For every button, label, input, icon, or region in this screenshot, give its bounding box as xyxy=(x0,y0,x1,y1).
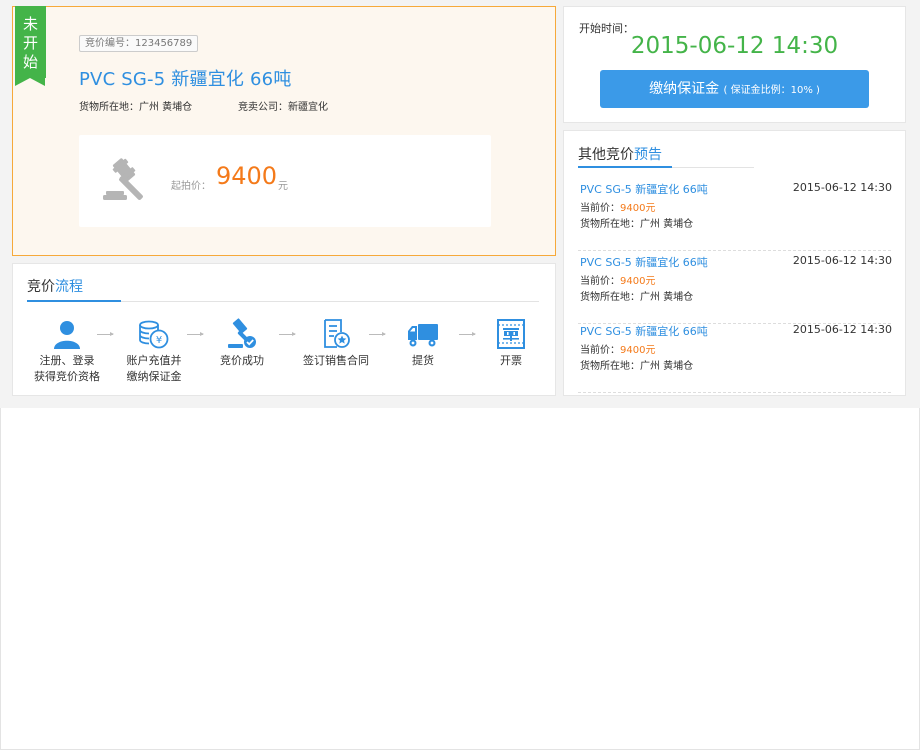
section-divider-accent xyxy=(578,166,672,168)
auction-item-location: 货物所在地：广州 黄埔仓 xyxy=(580,219,694,230)
section-divider xyxy=(578,166,754,168)
flow-step-label: 账户充值并 xyxy=(126,354,182,367)
auction-item-time: 2015-06-12 14:30 xyxy=(792,254,892,267)
auction-item-time: 2015-06-12 14:30 xyxy=(792,181,892,194)
auction-item-price: 当前价：9400元 xyxy=(580,199,655,214)
flow-step-contract: 签订销售合同 xyxy=(286,318,386,369)
flow-step-invoice: 开票 xyxy=(461,318,561,369)
other-auctions-title: 其他竞价预告 xyxy=(578,144,662,164)
flow-step-label: 签订销售合同 xyxy=(303,354,369,367)
starting-price-box: 起拍价： 9400 元 xyxy=(79,135,491,227)
status-ribbon: 未 开 始 xyxy=(15,6,46,86)
status-char: 始 xyxy=(22,53,38,71)
auction-item-price: 当前价：9400元 xyxy=(580,272,655,287)
flow-step-label: 开票 xyxy=(500,354,522,367)
other-auctions-title-accent: 预告 xyxy=(634,147,662,163)
lot-seller: 竞卖公司：新疆宜化 xyxy=(238,102,328,113)
other-auctions-card: 其他竞价预告 PVC SG-5 新疆宜化 66吨 2015-06-12 14:3… xyxy=(563,130,906,396)
bidding-flow-title: 竞价流程 xyxy=(27,276,83,296)
status-char: 开 xyxy=(22,34,38,52)
coins-icon: ¥ xyxy=(139,320,169,349)
flow-step-label: 获得竞价资格 xyxy=(34,370,100,383)
auction-item-time: 2015-06-12 14:30 xyxy=(792,323,892,336)
flow-step-label: 缴纳保证金 xyxy=(126,370,182,383)
lot-location: 货物所在地：广州 黄埔仓 xyxy=(79,102,193,113)
contract-icon xyxy=(324,319,350,348)
flow-step-register: 注册、登录 获得竞价资格 xyxy=(17,318,117,385)
status-char: 未 xyxy=(22,15,38,33)
current-price-label: 当前价： xyxy=(580,345,620,356)
bidding-flow-card: 竞价流程 注册、登录 获得竞价资格 ¥ 账户充值并 缴纳保证金 竞价成功 签订销… xyxy=(12,263,556,396)
starting-price-unit: 元 xyxy=(278,181,288,192)
auction-item-location: 货物所在地：广州 黄埔仓 xyxy=(580,292,694,303)
gavel-check-icon xyxy=(228,318,256,348)
svg-text:¥: ¥ xyxy=(156,335,162,346)
auction-item: PVC SG-5 新疆宜化 66吨 2015-06-12 14:30 当前价：9… xyxy=(578,323,892,393)
lot-card: 未 开 始 竞价编号：123456789 PVC SG-5 新疆宜化 66吨 货… xyxy=(12,6,556,256)
bidding-flow-title-main: 竞价 xyxy=(27,279,55,295)
auction-item: PVC SG-5 新疆宜化 66吨 2015-06-12 14:30 当前价：9… xyxy=(578,254,892,324)
flow-step-label: 提货 xyxy=(412,354,434,367)
section-divider-accent xyxy=(27,300,121,302)
auction-item: PVC SG-5 新疆宜化 66吨 2015-06-12 14:30 当前价：9… xyxy=(578,181,892,251)
flow-step-bid-success: 竞价成功 xyxy=(192,318,292,369)
start-time-card: 开始时间： 2015-06-12 14:30 缴纳保证金 ( 保证金比例：10%… xyxy=(563,6,906,123)
start-time-value: 2015-06-12 14:30 xyxy=(630,33,839,59)
flow-step-label: 竞价成功 xyxy=(220,354,264,367)
flow-step-deposit: ¥ 账户充值并 缴纳保证金 xyxy=(104,318,204,385)
starting-price-label: 起拍价： xyxy=(171,181,211,192)
flow-step-pickup: 提货 xyxy=(373,318,473,369)
current-price-value: 9400元 xyxy=(620,203,656,214)
gavel-icon xyxy=(103,158,143,200)
invoice-icon xyxy=(497,319,525,349)
auction-item-title[interactable]: PVC SG-5 新疆宜化 66吨 xyxy=(580,254,708,270)
other-auctions-title-main: 其他竞价 xyxy=(578,147,634,163)
pay-deposit-button[interactable]: 缴纳保证金 ( 保证金比例：10% ) xyxy=(600,70,869,108)
starting-price-value: 9400 xyxy=(216,162,278,190)
current-price-value: 9400元 xyxy=(620,345,656,356)
auction-item-location: 货物所在地：广州 黄埔仓 xyxy=(580,361,694,372)
auction-item-title[interactable]: PVC SG-5 新疆宜化 66吨 xyxy=(580,181,708,197)
bidding-flow-title-accent: 流程 xyxy=(55,279,83,295)
current-price-value: 9400元 xyxy=(620,276,656,287)
truck-icon xyxy=(408,324,438,347)
lot-title[interactable]: PVC SG-5 新疆宜化 66吨 xyxy=(79,65,292,91)
current-price-label: 当前价： xyxy=(580,276,620,287)
pay-deposit-label: 缴纳保证金 xyxy=(649,81,720,97)
current-price-label: 当前价： xyxy=(580,203,620,214)
user-icon xyxy=(54,321,80,349)
flow-step-label: 注册、登录 xyxy=(39,354,95,367)
deposit-ratio-note: ( 保证金比例：10% ) xyxy=(723,85,820,96)
lot-number-badge: 竞价编号：123456789 xyxy=(79,35,199,52)
auction-item-title[interactable]: PVC SG-5 新疆宜化 66吨 xyxy=(580,323,708,339)
auction-item-price: 当前价：9400元 xyxy=(580,341,655,356)
section-divider xyxy=(27,300,539,302)
